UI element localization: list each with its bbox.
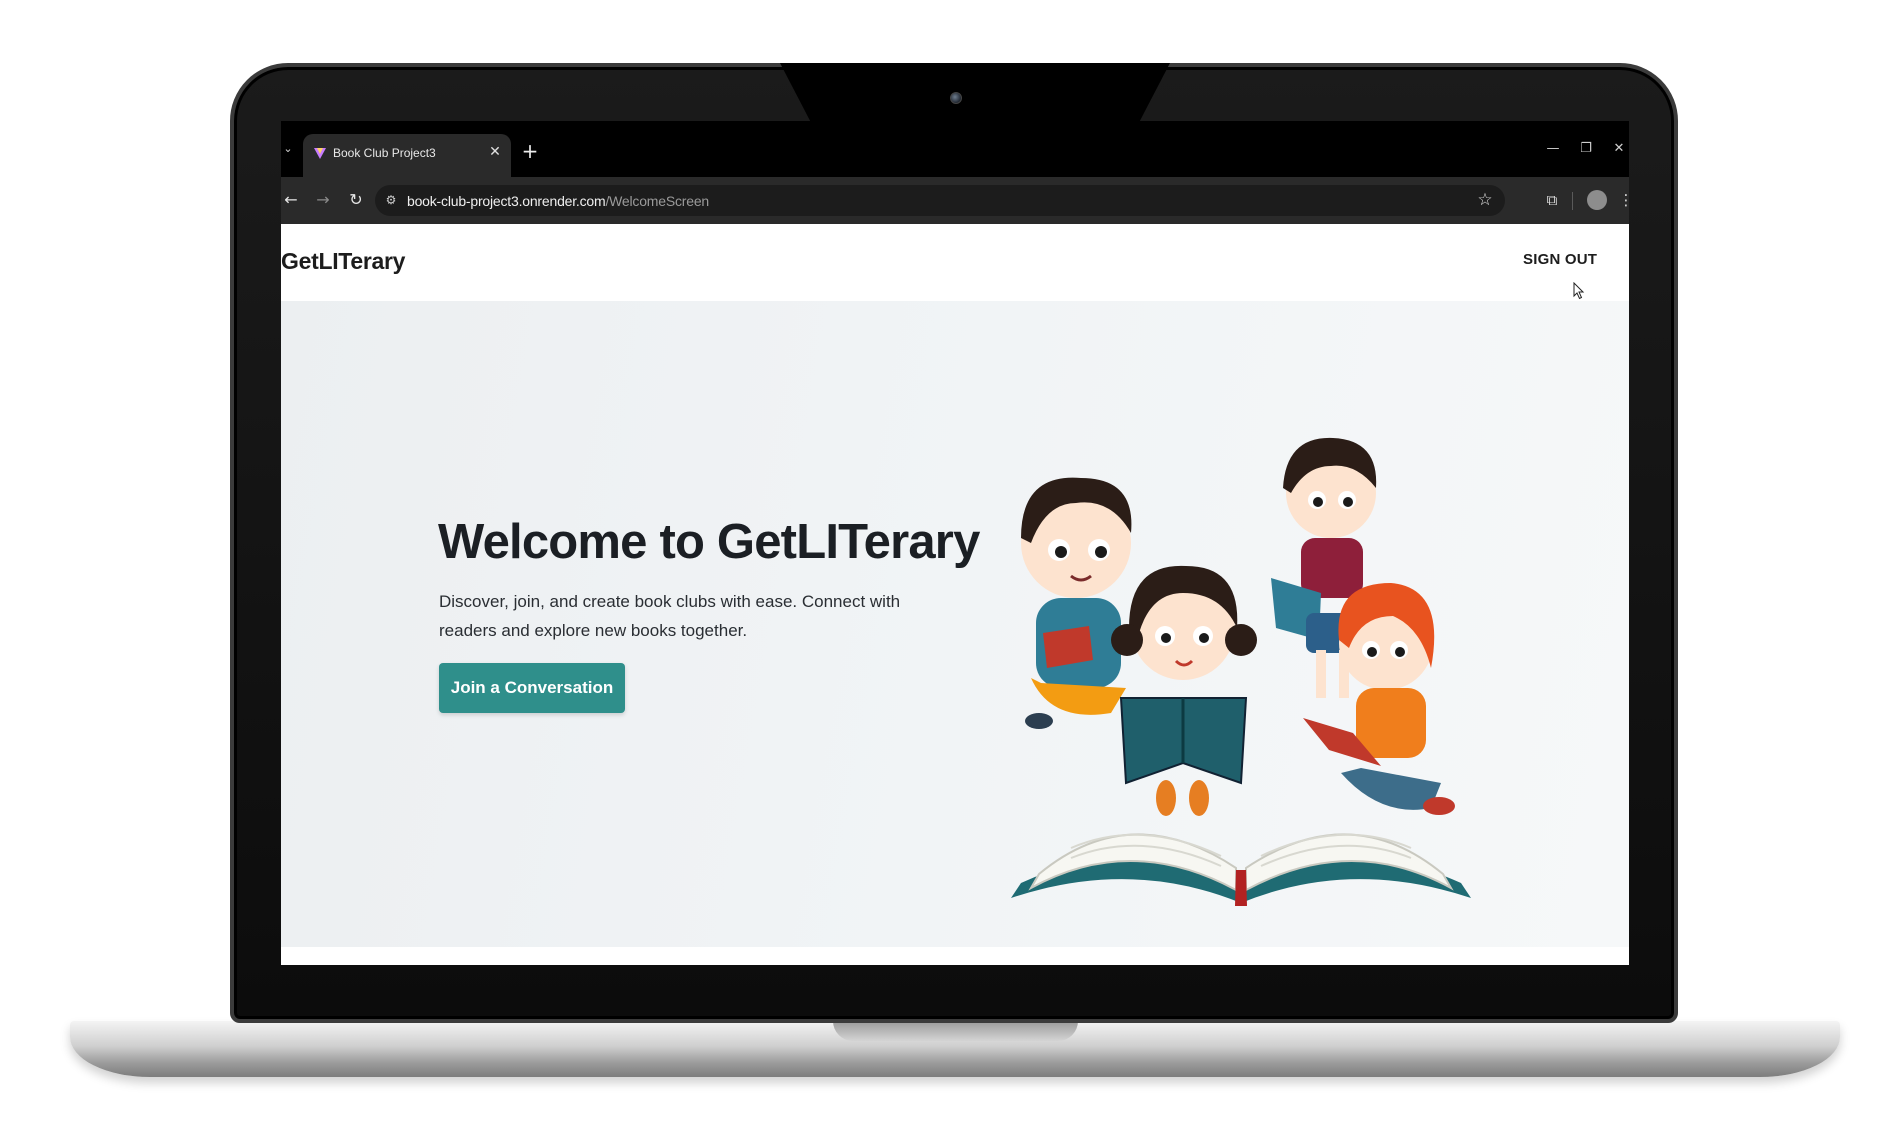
toolbar-divider	[1572, 192, 1573, 210]
close-icon[interactable]: ✕	[487, 143, 503, 161]
url-text[interactable]: book-club-project3.onrender.com/WelcomeS…	[407, 193, 709, 209]
menu-icon[interactable]: ⋮	[1615, 189, 1630, 211]
restore-icon[interactable]: ❐	[1578, 139, 1594, 159]
address-bar[interactable]: ⚙ book-club-project3.onrender.com/Welcom…	[375, 185, 1505, 216]
site-navbar: GetLITerary SIGN OUT	[281, 224, 1629, 301]
url-path: /WelcomeScreen	[605, 193, 710, 209]
camera-notch	[780, 63, 1170, 123]
join-conversation-button[interactable]: Join a Conversation	[439, 663, 625, 713]
webcam-icon	[950, 92, 962, 104]
girl-reading-figure	[1111, 565, 1257, 816]
window-close-icon[interactable]: ✕	[1611, 139, 1627, 159]
back-icon[interactable]: ←	[281, 189, 301, 211]
mouse-cursor-icon	[1573, 282, 1585, 300]
laptop-hinge	[833, 1021, 1078, 1041]
brand-logo[interactable]: GetLITerary	[281, 248, 405, 275]
favicon-icon	[314, 148, 326, 159]
profile-icon[interactable]	[1587, 190, 1607, 210]
laptop-mockup: ⌄ Book Club Project3 ✕ + — ❐ ✕ ← → ↻ ⚙ b…	[0, 0, 1895, 1139]
screen: ⌄ Book Club Project3 ✕ + — ❐ ✕ ← → ↻ ⚙ b…	[281, 121, 1629, 965]
hero-subtitle: Discover, join, and create book clubs wi…	[439, 592, 901, 640]
hero-section: Welcome to GetLITerary Discover, join, a…	[281, 301, 1629, 947]
page-footer-strip	[281, 947, 1629, 965]
reload-icon[interactable]: ↻	[346, 189, 366, 211]
site-info-icon[interactable]: ⚙	[383, 192, 399, 208]
extensions-icon[interactable]: ⧉	[1541, 189, 1563, 211]
web-page: GetLITerary SIGN OUT Welcome to GetLITer…	[281, 224, 1629, 965]
browser-tab-bar: ⌄ Book Club Project3 ✕ + — ❐ ✕	[281, 121, 1629, 177]
minimize-icon[interactable]: —	[1545, 139, 1561, 159]
star-icon[interactable]: ☆	[1475, 190, 1495, 210]
browser-tab[interactable]: Book Club Project3 ✕	[303, 134, 511, 177]
plus-icon[interactable]: +	[521, 141, 539, 161]
tab-title: Book Club Project3	[333, 146, 436, 160]
boy-reading-figure	[1021, 477, 1132, 729]
url-host: book-club-project3.onrender.com	[407, 193, 606, 209]
forward-icon[interactable]: →	[313, 189, 333, 211]
sign-out-button[interactable]: SIGN OUT	[1523, 251, 1597, 268]
children-reading-books-illustration	[1011, 437, 1471, 906]
open-book-icon	[1011, 833, 1471, 906]
browser-toolbar: ← → ↻ ⚙ book-club-project3.onrender.com/…	[281, 177, 1629, 224]
tab-search-icon[interactable]: ⌄	[281, 141, 295, 157]
hero-title: Welcome to GetLITerary	[438, 515, 980, 569]
